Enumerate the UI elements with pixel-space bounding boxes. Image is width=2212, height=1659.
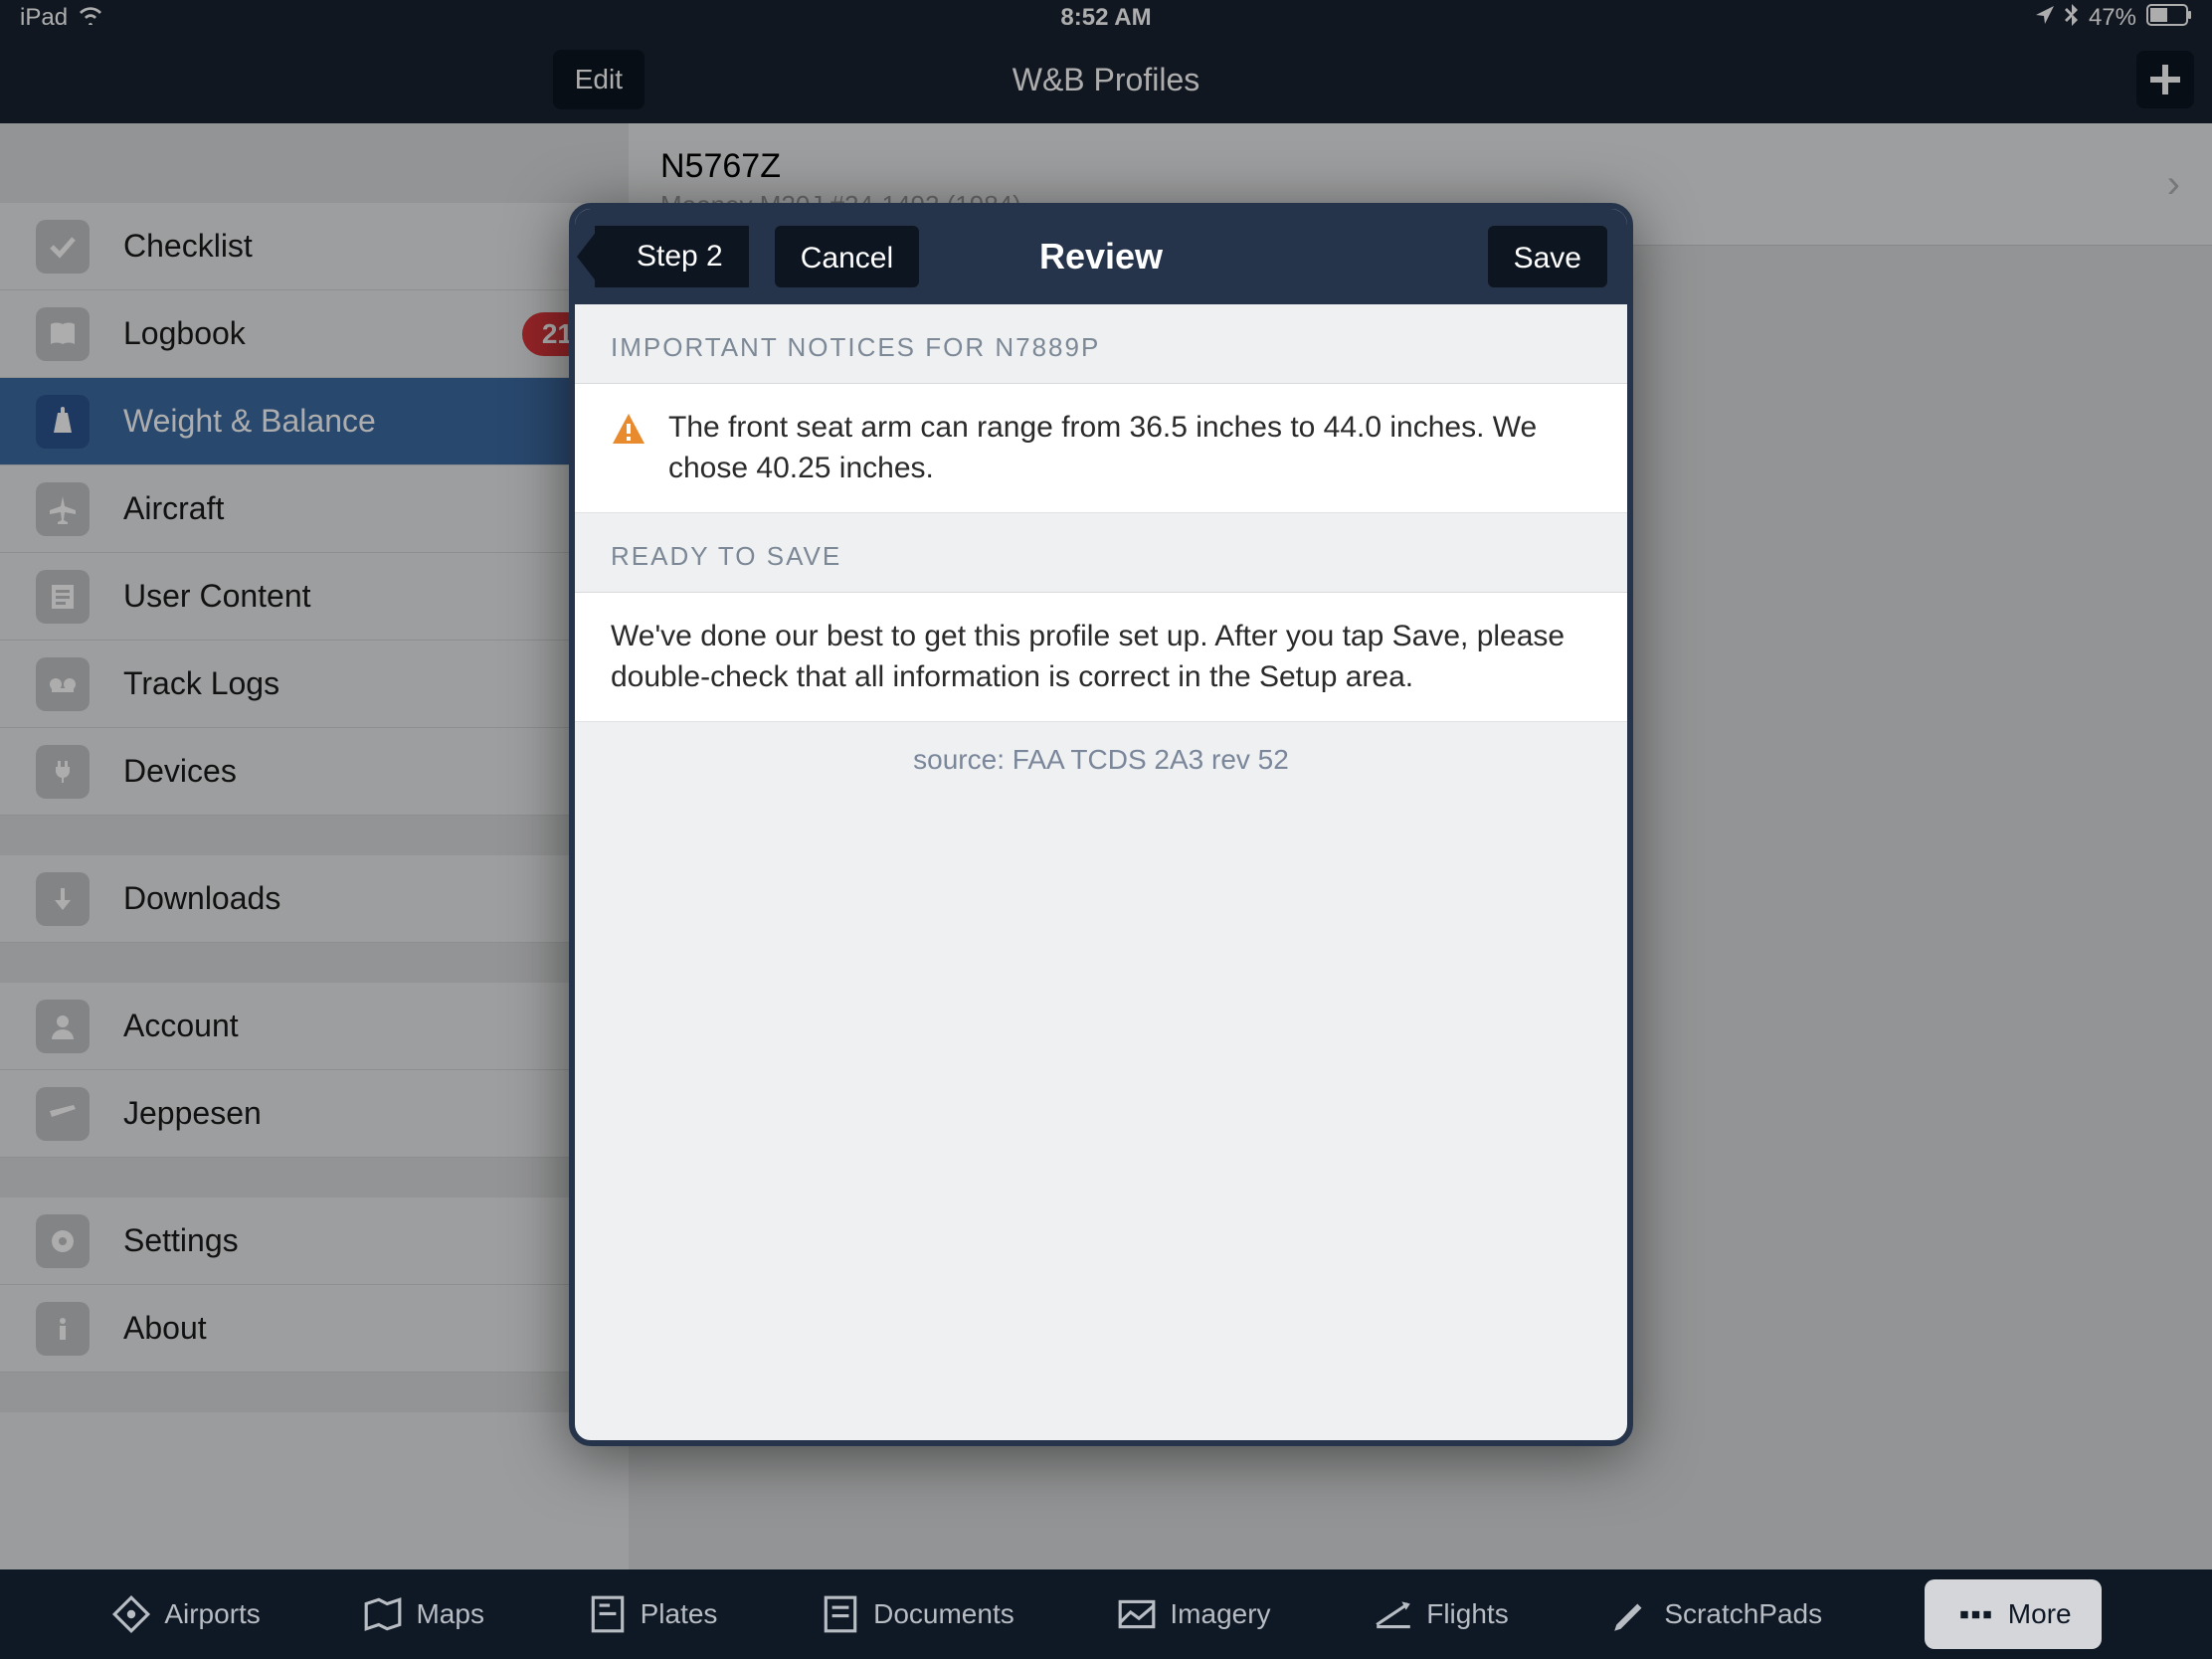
sidebar-item-account[interactable]: Account: [0, 983, 629, 1070]
sidebar-item-about[interactable]: About: [0, 1285, 629, 1373]
user-icon: [48, 1012, 78, 1041]
modal-title: Review: [1039, 236, 1163, 277]
sidebar-item-devices[interactable]: Devices: [0, 728, 629, 816]
sidebar-label: Weight & Balance: [123, 403, 593, 440]
tab-documents[interactable]: Documents: [820, 1593, 1014, 1635]
pencil-icon: [1610, 1593, 1652, 1635]
tab-scratchpads[interactable]: ScratchPads: [1610, 1593, 1822, 1635]
maps-icon: [362, 1593, 404, 1635]
plates-icon: [587, 1593, 629, 1635]
documents-icon: [820, 1593, 861, 1635]
battery-percent: 47%: [2089, 4, 2136, 32]
aircraft-icon: [48, 494, 78, 524]
plus-icon: [2150, 65, 2180, 94]
bluetooth-icon: [2065, 3, 2079, 34]
chevron-right-icon: ›: [2167, 162, 2180, 207]
sidebar-item-checklist[interactable]: Checklist: [0, 203, 629, 290]
sidebar-item-logbook[interactable]: Logbook 21: [0, 290, 629, 378]
page-title: W&B Profiles: [1013, 62, 1199, 98]
add-button[interactable]: [2136, 51, 2194, 108]
notices-header: IMPORTANT NOTICES FOR N7889P: [575, 304, 1627, 384]
warning-icon: [611, 412, 646, 448]
notice-text: The front seat arm can range from 36.5 i…: [668, 408, 1591, 488]
nav-bar: Edit W&B Profiles: [0, 36, 2212, 123]
sidebar-label: User Content: [123, 578, 593, 615]
modal-header: Step 2 Cancel Review Save: [575, 209, 1627, 304]
sidebar-label: Aircraft: [123, 490, 593, 527]
device-label: iPad: [20, 4, 68, 32]
sidebar-label: Downloads: [123, 880, 593, 917]
airports-icon: [110, 1593, 152, 1635]
sidebar-label: Track Logs: [123, 665, 593, 702]
tab-plates[interactable]: Plates: [587, 1593, 718, 1635]
imagery-icon: [1116, 1593, 1158, 1635]
sidebar-item-settings[interactable]: Settings: [0, 1198, 629, 1285]
tab-bar: Airports Maps Plates Documents Imagery F…: [0, 1569, 2212, 1659]
sidebar-item-weight-balance[interactable]: Weight & Balance: [0, 378, 629, 465]
review-modal: Step 2 Cancel Review Save IMPORTANT NOTI…: [569, 203, 1633, 1446]
tab-imagery[interactable]: Imagery: [1116, 1593, 1270, 1635]
tab-maps[interactable]: Maps: [362, 1593, 483, 1635]
save-button[interactable]: Save: [1488, 226, 1607, 287]
more-icon: [1954, 1593, 1996, 1635]
info-icon: [48, 1314, 78, 1344]
book-icon: [48, 319, 78, 349]
sidebar-label: Logbook: [123, 315, 522, 352]
wifi-icon: [78, 4, 103, 32]
sidebar-label: Devices: [123, 753, 593, 790]
plug-icon: [48, 757, 78, 787]
clock: 8:52 AM: [1060, 4, 1151, 32]
back-button[interactable]: Step 2: [595, 226, 749, 287]
sidebar-label: About: [123, 1310, 593, 1347]
download-icon: [48, 884, 78, 914]
sidebar-item-user-content[interactable]: User Content: [0, 553, 629, 641]
notice-row: The front seat arm can range from 36.5 i…: [575, 384, 1627, 513]
sidebar-item-jeppesen[interactable]: Jeppesen: [0, 1070, 629, 1158]
sidebar-item-track-logs[interactable]: Track Logs: [0, 641, 629, 728]
sidebar-item-downloads[interactable]: Downloads: [0, 855, 629, 943]
tab-airports[interactable]: Airports: [110, 1593, 260, 1635]
weight-icon: [48, 407, 78, 437]
status-bar: iPad 8:52 AM 47%: [0, 0, 2212, 36]
checklist-icon: [48, 232, 78, 262]
tab-flights[interactable]: Flights: [1373, 1593, 1508, 1635]
gear-icon: [48, 1226, 78, 1256]
flights-icon: [1373, 1593, 1414, 1635]
ready-header: READY TO SAVE: [575, 513, 1627, 593]
document-list-icon: [48, 582, 78, 612]
sidebar-item-aircraft[interactable]: Aircraft: [0, 465, 629, 553]
jeppesen-icon: [48, 1099, 78, 1129]
sidebar-label: Jeppesen: [123, 1095, 593, 1132]
cancel-button[interactable]: Cancel: [775, 226, 919, 287]
source-text: source: FAA TCDS 2A3 rev 52: [575, 722, 1627, 798]
battery-icon: [2146, 4, 2192, 33]
sidebar-label: Checklist: [123, 228, 593, 265]
location-icon: [2035, 4, 2055, 32]
sidebar-label: Account: [123, 1008, 593, 1044]
sidebar: Checklist Logbook 21 Weight & Balance Ai…: [0, 123, 629, 1569]
profile-title: N5767Z: [660, 147, 1021, 186]
ready-text: We've done our best to get this profile …: [575, 593, 1627, 722]
tab-more[interactable]: More: [1925, 1579, 2102, 1649]
edit-button[interactable]: Edit: [553, 50, 645, 109]
sidebar-label: Settings: [123, 1222, 593, 1259]
tape-icon: [48, 669, 78, 699]
